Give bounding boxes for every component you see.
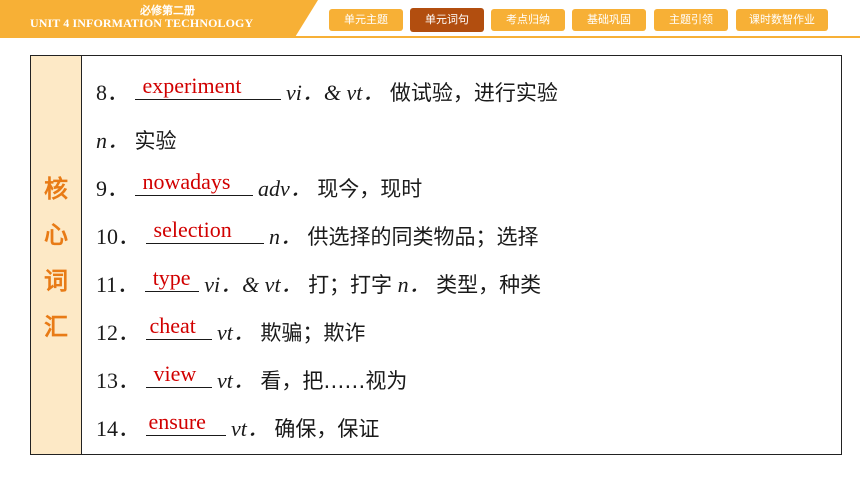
meaning: 供选择的同类物品；选择 bbox=[307, 225, 539, 249]
answer-text: nowadays bbox=[142, 169, 231, 194]
answer-blank: selection bbox=[145, 217, 264, 244]
vocab-item: 10． selection n． 供选择的同类物品；选择 bbox=[96, 217, 539, 253]
item-number: 12． bbox=[96, 320, 141, 345]
vocab-item: 14． ensure vt． 确保，保证 bbox=[96, 409, 380, 445]
section-label-char: 词 bbox=[44, 267, 68, 295]
answer-text: view bbox=[153, 361, 197, 386]
answer-blank: view bbox=[145, 361, 212, 388]
meaning: 现今，现时 bbox=[317, 177, 423, 201]
answer-blank: nowadays bbox=[134, 169, 253, 196]
section-label-char: 汇 bbox=[44, 313, 68, 341]
answer-blank: ensure bbox=[145, 409, 226, 436]
vocab-item: n． 实验 bbox=[96, 123, 177, 157]
part-of-speech: adv． bbox=[258, 176, 312, 201]
vocab-item: 12． cheat vt． 欺骗；欺诈 bbox=[96, 313, 366, 349]
meaning: 看，把……视为 bbox=[260, 369, 408, 393]
unit-title: UNIT 4 INFORMATION TECHNOLOGY bbox=[30, 16, 254, 30]
part-of-speech: n． bbox=[96, 128, 130, 153]
vocab-item: 11． type vi．& vt． 打；打字 n． 类型，种类 bbox=[96, 265, 542, 301]
answer-text: selection bbox=[153, 217, 232, 242]
meaning: 欺骗；欺诈 bbox=[260, 321, 366, 345]
vocab-item: 9． nowadays adv． 现今，现时 bbox=[96, 169, 423, 205]
section-label-char: 心 bbox=[44, 221, 68, 249]
answer-text: cheat bbox=[149, 313, 196, 338]
answer-text: experiment bbox=[142, 73, 242, 98]
unit-banner: 必修第二册 UNIT 4 INFORMATION TECHNOLOGY bbox=[0, 0, 318, 36]
meaning: 做试验，进行实验 bbox=[389, 81, 558, 105]
tab-homework[interactable]: 课时数智作业 bbox=[736, 9, 828, 31]
item-number: 14． bbox=[96, 416, 141, 441]
answer-text: type bbox=[152, 265, 191, 290]
item-number: 10． bbox=[96, 224, 141, 249]
item-number: 8． bbox=[96, 80, 130, 105]
tab-basic-practice[interactable]: 基础巩固 bbox=[572, 9, 646, 31]
part-of-speech: vt． bbox=[217, 368, 255, 393]
section-label-char: 核 bbox=[44, 175, 68, 203]
header-divider bbox=[0, 36, 860, 38]
item-number: 11． bbox=[96, 272, 140, 297]
part-of-speech: vt． bbox=[231, 416, 269, 441]
vocabulary-panel: 核 心 词 汇 8． experiment vi．& vt． 做试验，进行实验 … bbox=[30, 55, 842, 455]
meaning: 实验 bbox=[134, 129, 177, 153]
tab-theme-guide[interactable]: 主题引领 bbox=[654, 9, 728, 31]
answer-blank: type bbox=[144, 265, 199, 292]
part-of-speech: n． bbox=[269, 224, 303, 249]
meaning: 打；打字 bbox=[308, 273, 393, 297]
part-of-speech: vi．& vt． bbox=[286, 80, 385, 105]
vocab-item: 8． experiment vi．& vt． 做试验，进行实验 bbox=[96, 73, 558, 109]
answer-text: ensure bbox=[148, 409, 206, 434]
tab-key-points[interactable]: 考点归纳 bbox=[491, 9, 565, 31]
answer-blank: experiment bbox=[134, 73, 281, 100]
part-of-speech: vi．& vt． bbox=[204, 272, 303, 297]
item-number: 9． bbox=[96, 176, 130, 201]
tab-unit-theme[interactable]: 单元主题 bbox=[329, 9, 403, 31]
tab-unit-vocabulary[interactable]: 单元词句 bbox=[410, 8, 484, 32]
vocab-item: 13． view vt． 看，把……视为 bbox=[96, 361, 408, 397]
part-of-speech: n． bbox=[397, 272, 431, 297]
meaning: 类型，种类 bbox=[436, 273, 542, 297]
item-number: 13． bbox=[96, 368, 141, 393]
meaning: 确保，保证 bbox=[274, 417, 380, 441]
part-of-speech: vt． bbox=[217, 320, 255, 345]
section-label: 核 心 词 汇 bbox=[31, 56, 82, 454]
answer-blank: cheat bbox=[145, 313, 212, 340]
header-bar: 必修第二册 UNIT 4 INFORMATION TECHNOLOGY 单元主题… bbox=[0, 0, 860, 40]
